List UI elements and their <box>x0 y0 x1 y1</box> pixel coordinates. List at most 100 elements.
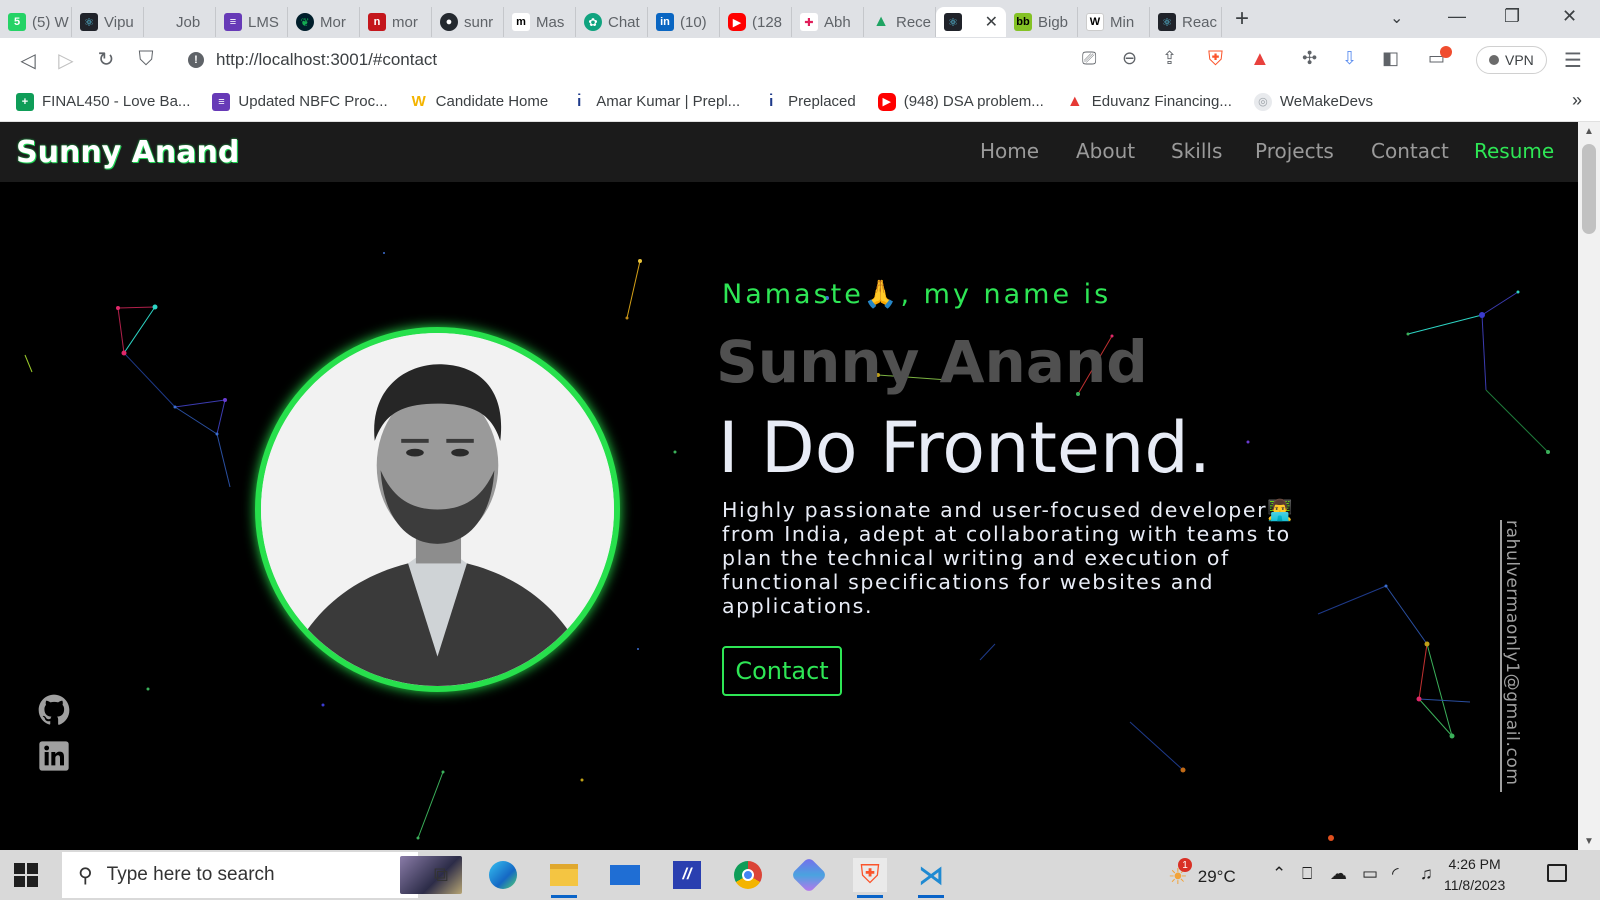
restore-icon[interactable]: ❐ <box>1504 6 1520 27</box>
scroll-down-icon[interactable]: ▼ <box>1584 836 1594 847</box>
nav-contact[interactable]: Contact <box>1371 139 1449 163</box>
react-icon: ⚛ <box>1158 13 1176 31</box>
reload-icon[interactable]: ↻ <box>86 47 126 72</box>
mail-icon[interactable] <box>608 858 642 892</box>
task-view-icon[interactable]: ⧉ <box>424 858 458 892</box>
zoom-icon[interactable]: ⊖ <box>1122 48 1137 69</box>
nav-projects[interactable]: Projects <box>1255 139 1334 163</box>
browser-tab-active[interactable]: ⚛ ✕ <box>936 7 1006 37</box>
window-close-icon[interactable]: ✕ <box>1562 6 1577 27</box>
wifi-icon[interactable]: ◜ <box>1392 864 1399 884</box>
browser-tab[interactable]: ✚ Abh <box>792 7 864 37</box>
vpn-app-icon[interactable]: // <box>670 858 704 892</box>
extensions-icon[interactable]: ✣ <box>1302 48 1317 69</box>
browser-tab[interactable]: ❦ Mor <box>288 7 360 37</box>
scroll-thumb[interactable] <box>1582 144 1596 234</box>
browser-tab[interactable]: n mor <box>360 7 432 37</box>
battery-icon[interactable]: ▭ <box>1362 864 1378 884</box>
bookmark-item[interactable]: ◎ WeMakeDevs <box>1253 92 1373 111</box>
bookmark-item[interactable]: ı̇ Preplaced <box>762 93 856 111</box>
address-bar[interactable]: ! http://localhost:3001/#contact <box>176 44 1076 76</box>
page-scrollbar[interactable]: ▲ ▼ <box>1578 122 1600 850</box>
bookmark-item[interactable]: ≡ Updated NBFC Proc... <box>212 92 388 111</box>
share-icon[interactable]: ⇪ <box>1162 48 1177 69</box>
more-bookmarks-icon[interactable]: » <box>1572 90 1582 111</box>
file-explorer-icon[interactable] <box>547 858 581 898</box>
back-icon[interactable]: ◁ <box>8 48 48 73</box>
bookmark-label: (948) DSA problem... <box>903 93 1044 110</box>
system-clock[interactable]: 4:26 PM 11/8/2023 <box>1444 854 1505 896</box>
windows-taskbar: ⚲ Type here to search ⧉ // ⛨ ⋊ ☀ 1 29°C ⌃… <box>0 850 1600 900</box>
bigbasket-icon: bb <box>1014 13 1032 31</box>
device-icon[interactable]: ⎕ <box>1302 864 1312 884</box>
bookmark-item[interactable]: ▲ Eduvanz Financing... <box>1066 93 1232 111</box>
bookmark-label: WeMakeDevs <box>1279 93 1373 110</box>
search-placeholder: Type here to search <box>106 864 275 885</box>
browser-tab[interactable]: ▲ Rece <box>864 7 936 37</box>
browser-tab[interactable]: W Min <box>1078 7 1150 37</box>
browser-tab[interactable]: in (10) <box>648 7 720 37</box>
site-logo[interactable]: Sunny Anand <box>16 135 239 170</box>
browser-tab[interactable]: ✿ Chat <box>576 7 648 37</box>
nav-skills[interactable]: Skills <box>1171 139 1222 163</box>
linkedin-icon[interactable] <box>38 740 70 772</box>
sidebar-icon[interactable]: ◧ <box>1382 48 1399 69</box>
browser-tab[interactable]: ⚛ Reac <box>1150 7 1222 37</box>
nav-about[interactable]: About <box>1076 139 1135 163</box>
browser-tab[interactable]: ≡ LMS <box>216 7 288 37</box>
forward-icon[interactable]: ▷ <box>46 48 86 73</box>
tab-title: Mas <box>536 13 565 31</box>
tab-search-chevron-icon[interactable]: ⌄ <box>1390 8 1403 28</box>
brave-icon[interactable]: ⛨ <box>853 858 887 898</box>
bookmark-item[interactable]: ▶ (948) DSA problem... <box>877 92 1044 111</box>
menu-icon[interactable]: ☰ <box>1564 48 1582 73</box>
email-link[interactable]: rahulvermaonly1@gmail.com <box>1502 520 1522 786</box>
cast-icon[interactable]: ⎚ <box>1082 48 1096 69</box>
browser-tab[interactable]: ▶ (128 <box>720 7 792 37</box>
nav-home[interactable]: Home <box>980 139 1039 163</box>
contact-button[interactable]: Contact <box>722 646 842 696</box>
scroll-up-icon[interactable]: ▲ <box>1584 126 1594 137</box>
bookmark-item[interactable]: W Candidate Home <box>410 93 549 111</box>
browser-tab[interactable]: bb Bigb <box>1006 7 1078 37</box>
browser-tab[interactable]: ⚛ Vipu <box>72 7 144 37</box>
browser-tab[interactable]: ● sunr <box>432 7 504 37</box>
vscode-icon[interactable]: ⋊ <box>914 858 948 898</box>
close-icon[interactable]: ✕ <box>985 12 998 32</box>
weather-widget[interactable]: ☀ 1 29°C <box>1168 858 1236 890</box>
nav-resume[interactable]: Resume <box>1474 139 1554 163</box>
minimize-icon[interactable]: — <box>1448 6 1466 27</box>
chrome-icon[interactable] <box>731 858 765 892</box>
github-icon[interactable] <box>38 694 70 726</box>
bookmark-label: Eduvanz Financing... <box>1091 93 1232 110</box>
bookmark-item[interactable]: + FINAL450 - Love Ba... <box>16 92 191 111</box>
volume-icon[interactable]: ♫ <box>1420 864 1433 884</box>
taskbar-search[interactable]: ⚲ Type here to search <box>62 852 462 898</box>
vpn-label: VPN <box>1505 52 1534 68</box>
download-icon[interactable]: ⇩ <box>1342 48 1357 69</box>
bookmark-label: Candidate Home <box>435 93 549 110</box>
browser-tab[interactable]: 5 (5) W <box>0 7 72 37</box>
site-info-icon[interactable]: ! <box>188 52 204 68</box>
site-navbar: Sunny Anand Home About Skills Projects C… <box>0 122 1578 182</box>
notification-center-icon[interactable] <box>1547 864 1567 882</box>
bookmark-item[interactable]: ı̇ Amar Kumar | Prepl... <box>570 93 740 111</box>
onedrive-icon[interactable]: ☁ <box>1330 864 1347 884</box>
tab-title: Rece <box>896 13 932 31</box>
bookmark-icon[interactable]: ⛉ <box>126 48 166 71</box>
browser-tab[interactable]: Job <box>144 7 216 37</box>
edge-icon[interactable] <box>486 858 520 892</box>
form-icon: ≡ <box>212 92 231 111</box>
bookmark-label: FINAL450 - Love Ba... <box>42 93 191 110</box>
brave-rewards-icon[interactable]: ▲ <box>1250 48 1270 71</box>
linkedin-icon: in <box>656 13 674 31</box>
url-text[interactable]: http://localhost:3001/#contact <box>216 50 437 70</box>
tab-title: mor <box>392 13 418 31</box>
browser-tab[interactable]: m Mas <box>504 7 576 37</box>
windows-start-icon[interactable] <box>14 863 38 887</box>
chevron-up-icon[interactable]: ⌃ <box>1272 864 1286 884</box>
vpn-button[interactable]: VPN <box>1476 46 1547 74</box>
copilot-icon[interactable] <box>790 856 828 894</box>
brave-shield-icon[interactable]: ⛨ <box>1208 48 1223 71</box>
new-tab-button[interactable]: + <box>1222 5 1262 33</box>
